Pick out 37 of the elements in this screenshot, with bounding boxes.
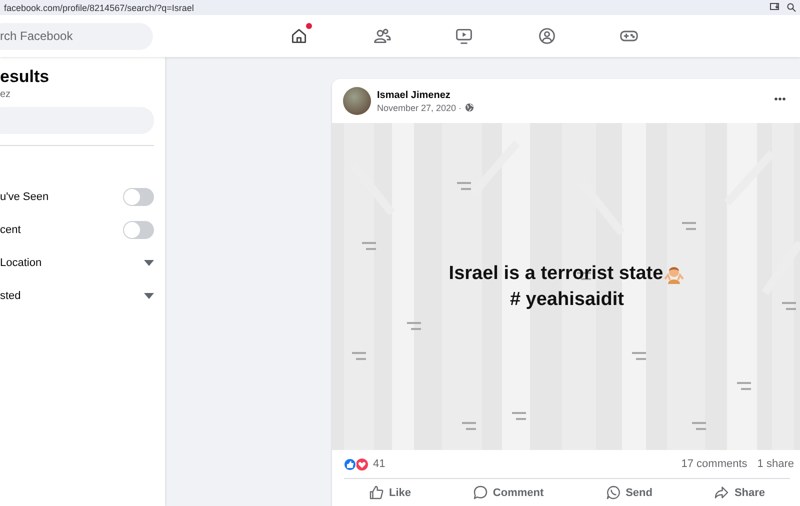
post-action-button[interactable]: Send <box>598 481 660 504</box>
post-text: # yeahisaidit <box>510 288 624 310</box>
speech-bubble-icon <box>472 485 488 500</box>
post-date[interactable]: November 27, 2020 · <box>377 102 462 112</box>
filter-toggle[interactable] <box>123 220 154 238</box>
filter-label: sted <box>0 290 21 302</box>
filter-toggle[interactable] <box>123 188 154 206</box>
reaction-count[interactable]: 41 <box>373 458 386 470</box>
dropdown-caret-icon[interactable] <box>144 260 154 266</box>
filter-label: cent <box>0 224 21 236</box>
filter-label: Location <box>0 256 42 268</box>
more-options-button[interactable] <box>772 95 788 103</box>
share-arrow-icon <box>714 485 730 500</box>
post-action-button[interactable]: Like <box>360 481 419 504</box>
post-text: Israel is a terrorist state <box>448 262 664 284</box>
reactions-icon[interactable] <box>343 458 369 470</box>
globe-icon <box>464 103 474 112</box>
zoom-icon[interactable] <box>787 3 796 12</box>
home-icon <box>290 27 308 45</box>
video-icon <box>455 27 474 45</box>
filter-label: u've Seen <box>0 190 49 202</box>
chat-bubble-icon <box>606 485 621 500</box>
sidebar-title: esults <box>0 67 50 87</box>
address-bar-url[interactable]: facebook.com/profile/8214567/search/?q=Israel <box>4 2 194 12</box>
people-icon <box>372 27 391 45</box>
comment-count[interactable]: 17 comments <box>681 458 748 470</box>
dropdown-caret-icon[interactable] <box>144 292 154 298</box>
avatar[interactable] <box>343 87 371 115</box>
post-action-button[interactable]: Share <box>706 481 774 504</box>
install-app-icon[interactable] <box>770 3 780 12</box>
ellipsis-icon <box>774 97 786 101</box>
sidebar-subtitle: ez <box>0 89 12 100</box>
author-name[interactable]: Ismael Jimenez <box>377 90 474 100</box>
thumbs-up-icon <box>368 485 384 500</box>
share-count[interactable]: 1 share <box>757 458 794 470</box>
search-field[interactable]: rch Facebook <box>0 22 153 50</box>
post-action-button[interactable]: Comment <box>464 481 552 504</box>
